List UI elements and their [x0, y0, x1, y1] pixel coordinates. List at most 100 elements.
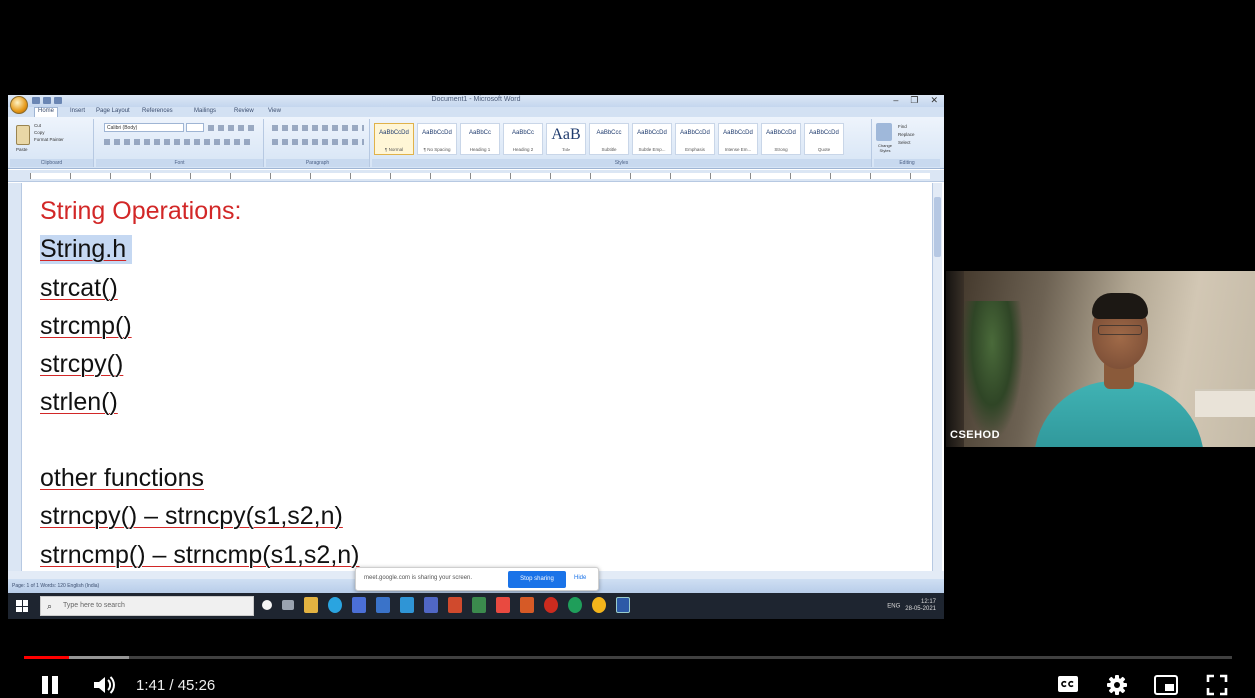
powerpoint-icon — [520, 597, 534, 613]
tab-references: References — [142, 108, 173, 114]
horizontal-ruler — [8, 170, 944, 182]
video-progress-bar[interactable] — [24, 656, 1232, 659]
clipboard-group: Cut Copy Format Painter Paste Clipboard — [10, 119, 94, 167]
taskbar-search-box: ⌕ Type here to search — [40, 596, 254, 616]
volume-button[interactable] — [92, 674, 118, 696]
plant — [960, 301, 1024, 441]
vertical-ruler — [8, 183, 22, 577]
doc-line-text: String.h — [40, 235, 127, 263]
mail-icon — [376, 597, 390, 613]
font-format-tools — [104, 139, 254, 145]
style-preview: AaBbCc — [468, 130, 491, 136]
paragraph-align-tools — [272, 139, 364, 145]
progress-played — [24, 656, 69, 659]
doc-line: strncmp() – strncmp(s1,s2,n) — [40, 541, 360, 570]
doc-line: strlen() — [40, 388, 118, 417]
miniplayer-icon — [1154, 675, 1178, 695]
style-tile: AaBbCcDd Emphasis — [675, 123, 715, 155]
close-icon: ✕ — [930, 95, 938, 105]
doc-line: strcmp() — [40, 312, 132, 341]
style-tile: AaBbCcDd Intense Em... — [718, 123, 758, 155]
settings-button[interactable] — [1106, 674, 1128, 696]
style-name: ¶ Normal — [384, 147, 404, 152]
fullscreen-button[interactable] — [1206, 674, 1228, 696]
tray-language: ENG — [887, 603, 901, 610]
style-preview: AaBbCc — [511, 130, 534, 136]
doc-line-text: other functions — [40, 464, 204, 492]
find-label: Find — [898, 124, 907, 129]
pause-icon — [42, 676, 48, 694]
style-tile: AaBbCcDd ¶ No Spacing — [417, 123, 457, 155]
pause-button[interactable] — [40, 676, 60, 696]
change-styles-label: Change Styles — [877, 143, 892, 153]
styles-group-label: Styles — [372, 159, 871, 167]
ribbon-tabs: Home Insert Page Layout References Maili… — [8, 107, 944, 117]
style-name: Quote — [817, 147, 831, 152]
doc-line: strcat() — [40, 274, 118, 303]
word-title-bar: Document1 - Microsoft Word – ❐ ✕ — [8, 95, 944, 107]
stop-sharing-button: Stop sharing — [508, 571, 566, 588]
select-label: Select — [898, 140, 911, 145]
captions-button[interactable] — [1058, 676, 1078, 692]
time-display: 1:41 / 45:26 — [136, 677, 215, 694]
current-time: 1:41 — [136, 677, 166, 694]
player-controls: 1:41 / 45:26 — [0, 662, 1255, 698]
paragraph-list-tools — [272, 125, 364, 131]
taskbar-search-placeholder: Type here to search — [63, 602, 125, 609]
style-tile: AaBbCcDd Quote — [804, 123, 844, 155]
clipboard-group-label: Clipboard — [10, 159, 93, 167]
hide-button: Hide — [574, 575, 587, 581]
style-preview: AaBbCcDd — [723, 130, 753, 136]
style-name: Subtle Emp... — [638, 147, 666, 152]
presenter-hair — [1092, 293, 1148, 319]
captions-icon — [1058, 676, 1078, 692]
doc-line: strncpy() – strncpy(s1,s2,n) — [40, 502, 343, 531]
paint-icon — [496, 597, 510, 613]
style-tile: AaBbCcDd ¶ Normal — [374, 123, 414, 155]
style-tile: AaBbCcDd Subtle Emp... — [632, 123, 672, 155]
style-preview: AaBbCcDd — [637, 130, 667, 136]
replace-label: Replace — [898, 132, 915, 137]
miniplayer-button[interactable] — [1154, 675, 1178, 695]
teams-icon — [424, 597, 438, 613]
tab-review: Review — [234, 108, 254, 114]
duration: 45:26 — [177, 677, 216, 694]
volume-icon — [94, 676, 115, 694]
tab-insert: Insert — [70, 108, 86, 114]
font-group-label: Font — [96, 159, 263, 167]
style-name: Title — [561, 147, 571, 152]
minimize-icon: – — [893, 95, 899, 105]
tab-home: Home — [34, 107, 59, 117]
font-name-box: Calibri (Body) — [104, 123, 184, 132]
styles-group: AaBbCcDd ¶ Normal AaBbCcDd ¶ No Spacing AaBb… — [372, 119, 872, 167]
style-name: Strong — [774, 147, 788, 152]
taskbar-apps — [262, 597, 630, 613]
app-icon — [400, 597, 414, 613]
copy-label: Copy — [34, 130, 45, 135]
style-preview: AaBbCcDd — [379, 130, 409, 136]
cortana-icon — [262, 600, 272, 610]
shelf — [1195, 389, 1255, 417]
word-ribbon: Cut Copy Format Painter Paste Clipboard … — [8, 117, 944, 169]
acrobat-icon — [448, 597, 462, 613]
style-name: Intense Em... — [724, 147, 752, 152]
editing-group: Change Styles Find Replace Select Editin… — [874, 119, 940, 167]
windows-taskbar: ⌕ Type here to search ENG 12:17 28-05-20… — [8, 593, 944, 619]
status-text: Page: 1 of 1 Words: 120 English (India) — [12, 583, 100, 589]
doc-line-text: strncpy() – strncpy(s1,s2,n) — [40, 502, 343, 530]
style-preview: AaBbCcDd — [766, 130, 796, 136]
style-tile: AaBbCcDd Strong — [761, 123, 801, 155]
video-player[interactable]: Document1 - Microsoft Word – ❐ ✕ Home In… — [0, 0, 1255, 698]
style-tile: AaBbCcc Subtitle — [589, 123, 629, 155]
windows-start-icon — [16, 600, 28, 612]
editing-group-label: Editing — [874, 159, 940, 167]
tab-mailings: Mailings — [194, 108, 217, 114]
opera-icon — [544, 597, 558, 613]
style-tile: AaBbCc Heading 1 — [460, 123, 500, 155]
maximize-icon: ❐ — [910, 95, 919, 105]
doc-line-text: strcmp() — [40, 312, 132, 340]
style-name: Emphasis — [685, 147, 705, 152]
font-group: Calibri (Body) Font — [96, 119, 264, 167]
doc-line: other functions — [40, 464, 204, 493]
style-name: ¶ No Spacing — [423, 147, 451, 152]
